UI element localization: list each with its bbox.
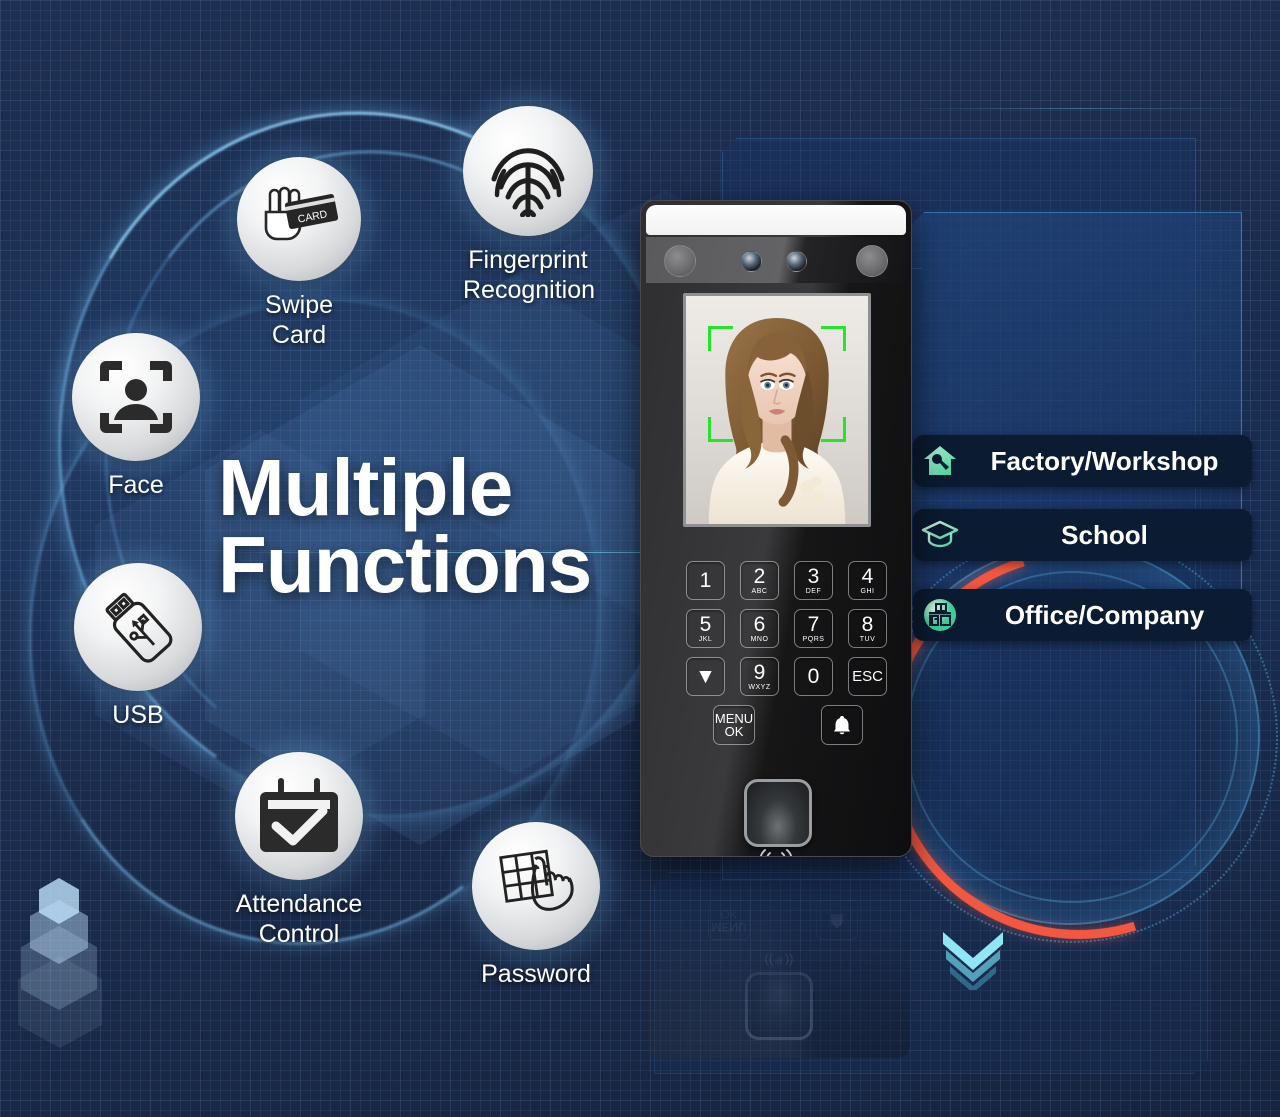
key-2[interactable]: 2 ABC [740, 561, 779, 600]
key-bell[interactable] [821, 705, 863, 745]
key-label: 3 [807, 565, 820, 588]
feature-label: Face [108, 471, 164, 499]
feature-label: Fingerprint Recognition [463, 246, 596, 304]
scenario-label: School [1061, 519, 1148, 550]
feature-label: Swipe Card [264, 291, 334, 349]
reflected-ok-label: OK [720, 907, 738, 921]
device-reflection: ((⚛)) MENU OK [648, 878, 910, 1058]
key-label: ESC [852, 668, 883, 685]
page-title-line1: Multiple [218, 443, 513, 532]
office-desk-icon [913, 598, 967, 632]
fingerprint-sensor[interactable] [744, 779, 812, 847]
reflected-bell-key [816, 900, 858, 940]
device-top-panel [646, 205, 906, 235]
key-label: 8 [861, 613, 874, 636]
key-label: 1 [699, 568, 712, 592]
key-3[interactable]: 3 DEF [794, 561, 833, 600]
scenario-pill-factory[interactable]: Factory/Workshop [913, 435, 1252, 487]
key-label: 6 [753, 613, 766, 636]
face-recognition-icon [72, 333, 200, 461]
device-keypad: 1 2 ABC 3 DEF 4 GHI 5 JKL 6 MNO 7 PQRS 8… [641, 551, 911, 751]
ir-fill-light-left [664, 245, 696, 277]
face-bracket-tr [821, 326, 846, 351]
key-label: 5 [699, 613, 712, 636]
reflected-fingerprint-sensor [745, 972, 813, 1040]
scenario-label: Office/Company [1004, 599, 1205, 630]
key-esc[interactable]: ESC [848, 657, 887, 696]
key-sublabel: MNO [750, 636, 769, 643]
face-bracket-bl [708, 417, 733, 442]
swipe-card-icon: CARD [237, 157, 361, 281]
key-7[interactable]: 7 PQRS [794, 609, 833, 648]
feature-label: Attendance Control [235, 890, 363, 948]
calendar-check-icon [235, 752, 363, 880]
ir-fill-light-right [856, 245, 888, 277]
feature-fingerprint[interactable]: Fingerprint Recognition [463, 106, 596, 305]
bell-icon [834, 716, 850, 735]
feature-swipe-card[interactable]: CARD Swipe Card [237, 157, 361, 350]
key-0[interactable]: 0 [794, 657, 833, 696]
key-label: 4 [861, 565, 874, 588]
face-recognition-terminal: 1 2 ABC 3 DEF 4 GHI 5 JKL 6 MNO 7 PQRS 8… [640, 200, 912, 857]
key-label: 9 [753, 661, 766, 684]
face-bracket-br [821, 417, 846, 442]
house-wrench-icon [913, 445, 967, 477]
key-menu-ok[interactable]: MENU OK [713, 705, 755, 745]
key-label: 0 [807, 664, 820, 688]
key-sublabel: PQRS [802, 636, 825, 643]
scenario-pill-office[interactable]: Office/Company [913, 589, 1252, 641]
feature-attendance[interactable]: Attendance Control [235, 752, 363, 949]
key-sublabel: JKL [698, 636, 713, 643]
page-title: Multiple Functions [218, 443, 592, 609]
feature-label: Password [481, 960, 591, 988]
reflected-menu-label: MENU [711, 920, 747, 935]
scenario-pill-school[interactable]: School [913, 509, 1252, 561]
key-9[interactable]: 9 WXYZ [740, 657, 779, 696]
key-8[interactable]: 8 TUV [848, 609, 887, 648]
key-sublabel: GHI [860, 588, 875, 595]
key-sublabel: ABC [751, 588, 768, 595]
key-sublabel: DEF [805, 588, 822, 595]
device-screen [683, 293, 871, 527]
reflected-menu-key: MENU OK [708, 900, 750, 940]
rfid-wave-icon [641, 849, 911, 856]
feature-label: USB [112, 701, 164, 729]
keypad-hand-icon [472, 822, 600, 950]
page-title-line2: Functions [218, 519, 592, 609]
key-4[interactable]: 4 GHI [848, 561, 887, 600]
key-1[interactable]: 1 [686, 561, 725, 600]
face-bracket-tl [708, 326, 733, 351]
screen-preview [686, 296, 868, 524]
key-down-arrow[interactable]: ▼ [686, 657, 725, 696]
key-label: 2 [753, 565, 766, 588]
camera-lens-left [741, 251, 762, 272]
reflected-rfid-icon: ((⚛)) [764, 953, 794, 968]
camera-lens-right [786, 251, 807, 272]
fingerprint-icon [463, 106, 593, 236]
key-sublabel: TUV [859, 636, 876, 643]
feature-face[interactable]: Face [72, 333, 200, 500]
key-label: ▼ [695, 664, 716, 688]
graduation-cap-icon [913, 520, 967, 550]
usb-drive-icon [74, 563, 202, 691]
key-5[interactable]: 5 JKL [686, 609, 725, 648]
key-6[interactable]: 6 MNO [740, 609, 779, 648]
feature-password[interactable]: Password [472, 822, 600, 989]
key-label-ok: OK [724, 724, 744, 739]
cyan-accent-line-2 [900, 108, 1260, 109]
triple-down-chevron-icon [938, 928, 1008, 995]
scenario-label: Factory/Workshop [990, 445, 1219, 476]
key-sublabel: WXYZ [748, 684, 771, 691]
feature-usb[interactable]: USB [74, 563, 202, 730]
device-sensor-bar [646, 237, 906, 283]
product-marketing-banner: Multiple Functions CARD Swipe Card Finge… [0, 0, 1280, 1117]
key-label: 7 [807, 613, 820, 636]
